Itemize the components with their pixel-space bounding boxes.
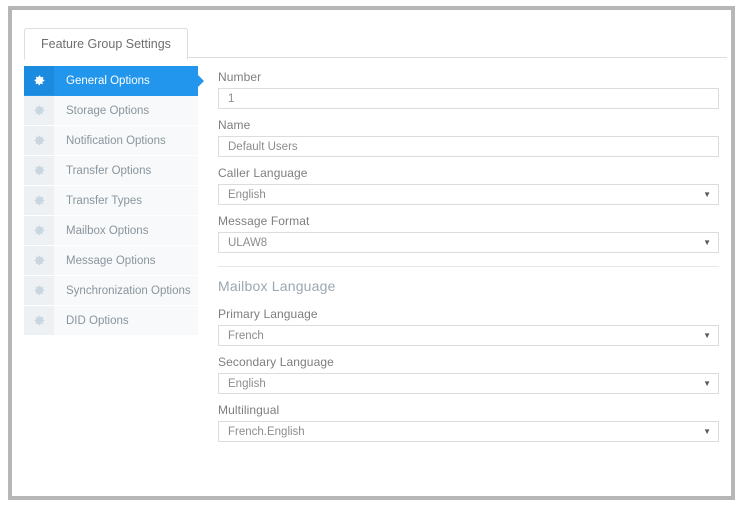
sidebar-item-general-options[interactable]: General Options — [24, 66, 204, 96]
gear-icon — [24, 186, 54, 215]
settings-form-panel: Number 1 Name Default Users Caller Language E… — [210, 58, 727, 492]
gear-icon — [24, 276, 54, 305]
field-number: Number 1 — [218, 70, 719, 109]
sidebar-item-label: DID Options — [66, 314, 129, 327]
tab-feature-group-settings[interactable]: Feature Group Settings — [24, 28, 188, 60]
gear-icon — [24, 216, 54, 245]
select-message-format[interactable]: ULAW8 ▼ — [218, 232, 719, 253]
field-value-name: Default Users — [228, 140, 298, 153]
sidebar-item-storage-options[interactable]: Storage Options — [24, 96, 198, 126]
select-multilingual[interactable]: French.English ▼ — [218, 421, 719, 442]
chevron-down-icon[interactable]: ▼ — [703, 379, 711, 388]
sidebar-item-label: Message Options — [66, 254, 156, 267]
chevron-down-icon[interactable]: ▼ — [703, 331, 711, 340]
sidebar-item-message-options[interactable]: Message Options — [24, 246, 198, 276]
select-caller-language[interactable]: English ▼ — [218, 184, 719, 205]
field-label-secondary-language: Secondary Language — [218, 355, 334, 369]
chevron-down-icon[interactable]: ▼ — [703, 190, 711, 199]
gear-icon — [24, 66, 54, 95]
field-multilingual: Multilingual French.English ▼ — [218, 403, 719, 442]
field-value-caller-language: English — [228, 188, 266, 201]
content-area: General Options Storage Options Notificati… — [24, 58, 727, 492]
field-value-primary-language: French — [228, 329, 264, 342]
chevron-down-icon[interactable]: ▼ — [703, 427, 711, 436]
window-frame: Feature Group Settings General Options St… — [8, 6, 735, 500]
app-window: Feature Group Settings General Options St… — [0, 0, 753, 520]
sidebar-item-mailbox-options[interactable]: Mailbox Options — [24, 216, 198, 246]
tab-strip: Feature Group Settings — [12, 10, 731, 60]
gear-icon — [24, 306, 54, 335]
sidebar-item-label: Storage Options — [66, 104, 150, 117]
section-divider — [218, 266, 719, 267]
field-value-multilingual: French.English — [228, 425, 305, 438]
gear-icon — [24, 156, 54, 185]
gear-icon — [24, 96, 54, 125]
field-label-primary-language: Primary Language — [218, 307, 318, 321]
field-value-secondary-language: English — [228, 377, 266, 390]
gear-icon — [24, 246, 54, 275]
chevron-down-icon[interactable]: ▼ — [703, 238, 711, 247]
gear-icon — [24, 126, 54, 155]
field-caller-language: Caller Language English ▼ — [218, 166, 719, 205]
sidebar-item-transfer-types[interactable]: Transfer Types — [24, 186, 198, 216]
sidebar-item-transfer-options[interactable]: Transfer Options — [24, 156, 198, 186]
sidebar-item-label: Mailbox Options — [66, 224, 149, 237]
field-label-number: Number — [218, 70, 262, 84]
sidebar-item-did-options[interactable]: DID Options — [24, 306, 198, 336]
field-value-number: 1 — [228, 92, 235, 105]
field-value-message-format: ULAW8 — [228, 236, 268, 249]
sidebar-item-label: Notification Options — [66, 134, 166, 147]
field-primary-language: Primary Language French ▼ — [218, 307, 719, 346]
sidebar-item-label: Transfer Options — [66, 164, 152, 177]
input-name[interactable]: Default Users — [218, 136, 719, 157]
mailbox-language-fields-group: Primary Language French ▼ Secondary Languag… — [218, 307, 719, 442]
field-label-name: Name — [218, 118, 251, 132]
field-label-caller-language: Caller Language — [218, 166, 308, 180]
field-label-multilingual: Multilingual — [218, 403, 280, 417]
field-label-message-format: Message Format — [218, 214, 310, 228]
sidebar-item-label: Synchronization Options — [66, 284, 191, 297]
section-title-mailbox-language: Mailbox Language — [218, 278, 336, 294]
field-secondary-language: Secondary Language English ▼ — [218, 355, 719, 394]
field-name: Name Default Users — [218, 118, 719, 157]
settings-sidebar: General Options Storage Options Notificati… — [24, 66, 204, 336]
input-number[interactable]: 1 — [218, 88, 719, 109]
sidebar-item-label: General Options — [66, 74, 150, 87]
sidebar-item-synchronization-options[interactable]: Synchronization Options — [24, 276, 198, 306]
sidebar-item-notification-options[interactable]: Notification Options — [24, 126, 198, 156]
general-fields-group: Number 1 Name Default Users Caller Language E… — [218, 70, 719, 253]
sidebar-item-label: Transfer Types — [66, 194, 143, 207]
select-secondary-language[interactable]: English ▼ — [218, 373, 719, 394]
field-message-format: Message Format ULAW8 ▼ — [218, 214, 719, 253]
select-primary-language[interactable]: French ▼ — [218, 325, 719, 346]
